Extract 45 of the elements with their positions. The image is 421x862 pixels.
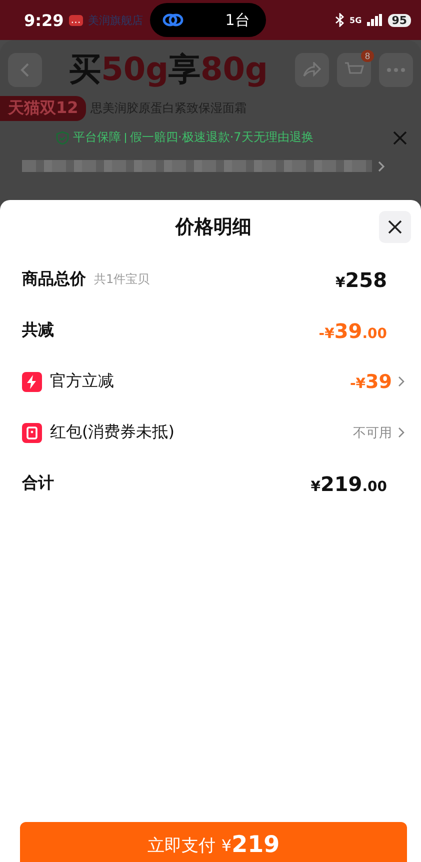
envelope-icon <box>22 422 42 442</box>
status-time: 9:29 <box>24 10 64 30</box>
row-label: 官方立减 <box>50 371 114 392</box>
detail-link[interactable]: -¥39 <box>350 370 405 392</box>
share-icon <box>302 62 322 78</box>
headline-text: 享 <box>168 49 200 90</box>
close-button[interactable] <box>379 211 411 243</box>
app-notification-icon: … <box>68 14 83 26</box>
more-icon <box>386 67 406 73</box>
bluetooth-icon <box>334 13 345 27</box>
row-label: 商品总价 <box>22 269 86 290</box>
chevron-icon <box>398 427 405 438</box>
more-button[interactable] <box>379 53 413 87</box>
headline-text: 80g <box>200 50 268 88</box>
network-label: 5G <box>350 16 362 24</box>
amount-text: ¥219.00 <box>310 472 387 496</box>
headline-text: 50g <box>101 50 168 88</box>
back-icon <box>20 62 30 78</box>
dynamic-island: 1台 <box>150 3 266 37</box>
guarantee-text: 假一赔四·极速退款·7天无理由退换 <box>130 129 314 146</box>
store-name: 美润旗舰店 <box>88 12 143 28</box>
link-icon <box>162 12 184 28</box>
battery-level: 95 <box>388 14 411 26</box>
sheet-title: 价格明细 <box>176 215 252 240</box>
signal-icon <box>366 14 383 26</box>
share-button[interactable] <box>295 53 329 87</box>
lightning-icon <box>22 372 42 392</box>
amount-text: -¥39.00 <box>318 318 387 342</box>
chevron-icon <box>378 160 385 172</box>
event-badge: 天猫双12 <box>0 96 86 121</box>
chevron-icon <box>398 376 405 387</box>
cart-button[interactable]: 8 <box>337 53 371 87</box>
row-label: 合计 <box>22 473 54 494</box>
back-button[interactable] <box>8 53 42 87</box>
guarantee-label: 平台保障 <box>73 129 121 146</box>
shield-icon <box>56 130 69 144</box>
cart-count-badge: 8 <box>360 50 374 62</box>
row-label: 红包(消费券未抵) <box>50 422 174 443</box>
close-icon[interactable] <box>393 130 407 144</box>
row-note: 共1件宝贝 <box>94 271 150 288</box>
amount-text: ¥258 <box>336 268 387 292</box>
row-label: 共减 <box>22 320 54 341</box>
detail-link[interactable]: 不可用 <box>353 424 405 442</box>
pay-button[interactable]: 立即支付 ¥219 <box>20 822 407 862</box>
close-icon <box>388 220 402 234</box>
